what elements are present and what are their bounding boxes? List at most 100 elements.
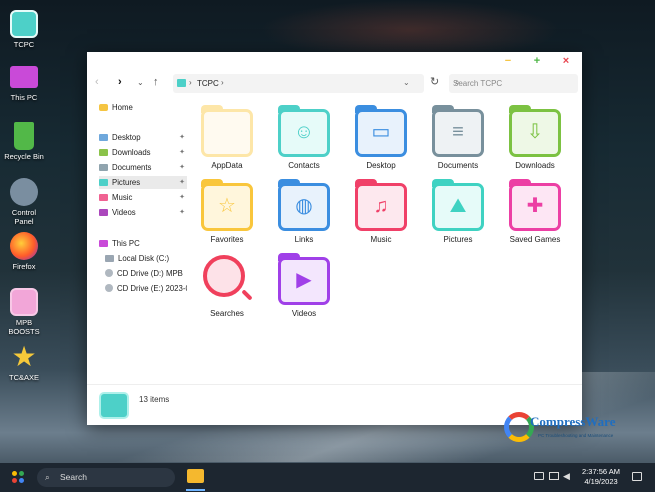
folder-tile[interactable]: ☆ Favorites [192,179,262,244]
desktop-icon-firefox[interactable]: Firefox [4,232,44,271]
folder-icon: ▶ [278,253,330,305]
search-icon: ⌕ [45,472,50,482]
up-arrow-icon[interactable]: ↑ [153,76,159,88]
desktop-icon-this-pc[interactable]: This PC [4,66,44,102]
folder-tile[interactable]: AppData [192,105,262,170]
sidebar-item-home[interactable]: Home [99,101,187,114]
refresh-icon[interactable]: ↻ [430,75,439,88]
folder-icon: ◍ [278,179,330,231]
volume-icon[interactable]: ◀ [563,471,570,482]
sidebar-item-documents[interactable]: Documents ✦ [99,161,187,174]
pin-icon: ✦ [179,134,185,141]
desktop-icon-control-panel[interactable]: Control Panel [4,178,44,226]
sidebar-item-label: Music [112,193,133,202]
folder-symbol-icon: ☺ [293,121,315,143]
folder-grid: AppData ☺ Contacts ▭ Desktop ≡ Documents ⇩ Downl… [187,97,582,384]
folder-tile[interactable]: ✚ Saved Games [500,179,570,244]
folder-tile[interactable]: Searches [192,253,262,318]
start-button[interactable] [12,471,25,484]
folder-symbol-icon: ▭ [371,121,391,143]
sidebar-item-label: CD Drive (D:) MPB [117,269,183,278]
file-explorer-taskbar-icon[interactable] [187,469,204,483]
sidebar-item-downloads[interactable]: Downloads ✦ [99,146,187,159]
taskbar-search[interactable]: ⌕ Search [37,468,175,487]
desktop-icon [99,134,108,141]
folder-tile[interactable]: ≡ Documents [423,105,493,170]
breadcrumb-separator-icon: › [221,78,224,87]
sidebar-item-desktop[interactable]: Desktop ✦ [99,131,187,144]
pin-icon: ✦ [179,149,185,156]
disc-icon [105,269,113,277]
folder-symbol-icon: ⛰ [449,195,467,217]
battery-icon[interactable] [534,472,544,480]
item-count: 13 items [139,395,170,404]
folder-tile[interactable]: ♫ Music [346,179,416,244]
search-box[interactable]: ⌕ Search TCPC [449,74,578,93]
back-icon[interactable]: ‹ [95,76,99,88]
folder-tile[interactable]: ▭ Desktop [346,105,416,170]
sidebar-item-local-disk[interactable]: Local Disk (C:) [105,252,187,265]
sidebar-item-videos[interactable]: Videos ✦ [99,206,187,219]
forward-icon[interactable]: › [118,76,122,88]
folder-label: Searches [210,309,244,318]
desktop-icon-label: MPB BOOSTS [8,318,40,336]
taskbar-search-label: Search [60,472,87,482]
search-input[interactable]: Search TCPC [453,79,502,88]
folder-tile[interactable]: ◍ Links [269,179,339,244]
pictures-icon [99,179,108,186]
folder-label: Contacts [288,161,320,170]
desktop-icon-mpb-boosts[interactable]: MPB BOOSTS [4,288,44,336]
folder-label: Desktop [366,161,396,170]
recent-dropdown-icon[interactable]: ⌄ [137,78,144,87]
sidebar-item-label: Local Disk (C:) [118,254,170,263]
folder-icon [10,288,38,316]
wallpaper-glow [260,0,560,60]
folder-tile[interactable]: ⇩ Downloads [500,105,570,170]
folder-icon [177,79,186,87]
sidebar-item-label: Pictures [112,178,141,187]
navigation-bar: ‹ › ⌄ ↑ › TCPC › ⌄ ↻ ⌕ Search TCPC [87,70,582,97]
pin-icon: ✦ [179,179,185,186]
sidebar-item-music[interactable]: Music ✦ [99,191,187,204]
sidebar-item-this-pc[interactable]: This PC [99,237,187,250]
folder-label: Videos [291,309,317,318]
sidebar-item-cd-drive-e[interactable]: CD Drive (E:) 2023-0 [105,282,187,295]
desktop-icon-tc-axe[interactable]: ★ TC&AXE [4,343,44,383]
close-button[interactable]: × [560,55,572,67]
desktop-icon-label: Recycle Bin [4,152,44,161]
folder-body [201,109,253,157]
pin-icon: ✦ [179,164,185,171]
home-icon [99,104,108,111]
folder-label: Saved Games [509,235,561,244]
folder-symbol-icon: ♫ [373,195,389,217]
start-icon [12,471,17,476]
folder-tile[interactable]: ☺ Contacts [269,105,339,170]
minimize-button[interactable]: − [502,55,514,67]
folder-label: AppData [211,161,243,170]
folder-symbol-icon: ✚ [526,195,544,217]
documents-icon [99,164,108,171]
network-icon[interactable] [549,472,559,480]
maximize-button[interactable]: + [531,55,543,67]
sidebar-item-label: Documents [112,163,152,172]
folder-tile[interactable]: ⛰ Pictures [423,179,493,244]
start-icon [19,478,24,483]
file-explorer-window: − + × ‹ › ⌄ ↑ › TCPC › ⌄ ↻ ⌕ Search TCPC… [87,52,582,425]
sidebar-item-pictures[interactable]: Pictures ✦ [99,176,187,189]
folder-icon: ✚ [509,179,561,231]
music-icon [99,194,108,201]
clock[interactable]: 2:37:56 AM 4/19/2023 [575,467,627,487]
desktop-icon-recycle-bin[interactable]: Recycle Bin [4,122,44,161]
sidebar-item-label: CD Drive (E:) 2023-0 [117,284,187,293]
address-bar[interactable]: › TCPC › ⌄ [173,74,424,93]
folder-symbol-icon: ▶ [296,269,312,291]
address-dropdown-icon[interactable]: ⌄ [403,78,410,87]
folder-tile[interactable]: ▶ Videos [269,253,339,318]
folder-symbol-icon: ≡ [452,121,464,143]
desktop-icon-tcpc[interactable]: TCPC [4,10,44,49]
sidebar-item-cd-drive-d[interactable]: CD Drive (D:) MPB [105,267,187,280]
notification-icon[interactable] [632,472,642,481]
breadcrumb-item[interactable]: TCPC [197,79,219,88]
folder-label: Favorites [210,235,244,244]
breadcrumb-separator-icon: › [189,78,192,87]
